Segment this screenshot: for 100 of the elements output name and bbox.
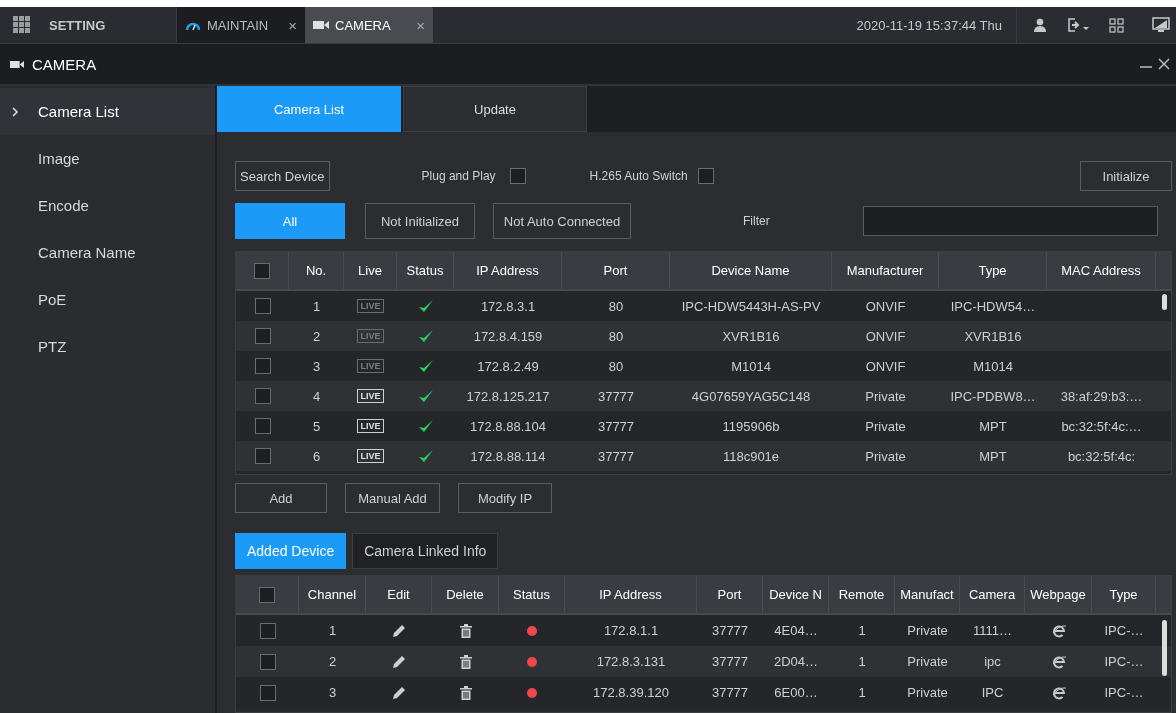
row-checkbox[interactable] [254,298,271,314]
trash-icon[interactable] [459,685,472,700]
row-checkbox[interactable] [254,448,271,464]
table-cell: M1014 [731,358,771,374]
column-header: Camera [968,587,1016,602]
column-header: Manufact [900,587,954,602]
pencil-icon[interactable] [392,685,406,700]
table-cell: MPT [979,448,1007,464]
qr-code-icon[interactable] [1109,17,1124,33]
table-cell: 172.8.1.1 [603,623,659,638]
live-badge[interactable]: LIVE [357,389,384,403]
scrollbar[interactable] [1162,620,1167,676]
column-header: Live [358,263,382,278]
row-checkbox[interactable] [259,622,276,639]
pencil-icon[interactable] [392,623,406,638]
table-cell: ONVIF [865,298,906,314]
select-all-checkbox[interactable] [254,262,270,279]
trash-icon[interactable] [459,623,472,638]
tab[interactable]: Update [403,86,587,132]
sidebar-item[interactable]: Image [0,135,215,182]
filter-button[interactable]: Not Initialized [365,203,475,239]
table-cell: 172.8.88.114 [470,448,546,464]
column-header: Channel [307,587,357,602]
table-cell: 118c901e [722,448,780,464]
filter-field[interactable] [863,206,1158,236]
column-header: Manufacturer [846,263,924,278]
table-cell: 172.8.4.159 [473,328,543,344]
module-tab[interactable]: MAINTAIN × [177,7,305,43]
sidebar-item[interactable]: Encode [0,182,215,229]
filter-button[interactable]: Not Auto Connected [493,203,631,239]
panel-title: CAMERA [32,55,97,73]
live-badge[interactable]: LIVE [357,359,384,373]
select-all-checkbox[interactable] [259,586,275,603]
table-cell: 38:af:29:b3:… [1060,388,1143,404]
table-cell: 37777 [711,685,749,700]
table-cell: 172.8.125.217 [466,388,550,404]
table-cell: 172.8.88.104 [470,418,546,434]
user-icon[interactable] [1033,18,1047,32]
sidebar-item[interactable]: PoE [0,276,215,323]
row-checkbox[interactable] [254,358,271,374]
row-checkbox[interactable] [259,684,276,701]
initialize-button[interactable]: Initialize [1080,161,1172,191]
table-cell: 37777 [597,448,635,464]
module-tab[interactable]: CAMERA × [305,7,433,43]
sidebar-item[interactable]: Camera List [0,88,215,135]
monitor-icon[interactable] [1152,17,1170,33]
column-header: Edit [387,587,410,602]
browser-icon[interactable] [1050,684,1067,701]
table-cell: 80 [608,298,624,314]
table-cell: IPC-… [1104,685,1144,700]
row-checkbox[interactable] [254,328,271,344]
table-cell: IPC-… [1104,654,1144,669]
table-cell: ONVIF [865,328,906,344]
row-checkbox[interactable] [254,388,271,404]
live-badge[interactable]: LIVE [357,419,384,433]
filter-label: Filter [743,214,771,228]
browser-icon[interactable] [1050,622,1067,639]
sidebar-item[interactable]: PTZ [0,323,215,370]
browser-icon[interactable] [1050,653,1067,670]
table-cell: 1111… [973,623,1012,638]
live-badge[interactable]: LIVE [357,449,384,463]
table-cell: 172.8.3.131 [596,654,666,669]
table-cell: ipc [984,654,1001,669]
table-cell: Private [865,388,906,404]
live-badge[interactable]: LIVE [357,299,384,313]
pencil-icon[interactable] [392,654,406,669]
row-checkbox[interactable] [254,418,271,434]
table-cell: 172.8.2.49 [477,358,539,374]
table-cell: 5 [312,418,321,434]
table-cell: 37777 [711,654,749,669]
search-device-button[interactable]: Search Device [235,161,330,191]
column-header: Delete [446,587,484,602]
close-tab-button[interactable]: × [288,16,297,34]
table-cell: 1195906b [722,418,780,434]
row-checkbox[interactable] [259,653,276,670]
table-cell: 37777 [597,418,635,434]
table-cell: 4 [312,388,321,404]
table-cell: Private [907,654,948,669]
table-cell: 80 [608,328,624,344]
table-cell: 1 [858,654,866,669]
checkbox[interactable] [697,168,714,184]
table-cell: Private [865,448,906,464]
camera-icon [10,59,24,69]
column-header: Status [513,587,550,602]
checkbox[interactable] [509,168,526,184]
scrollbar[interactable] [1162,294,1167,310]
tab[interactable]: Camera Linked Info [352,533,499,569]
column-header: Type [1109,587,1138,602]
table-cell: 6 [312,448,321,464]
action-button[interactable]: Manual Add [345,483,440,513]
sidebar-item[interactable]: Camera Name [0,229,215,276]
close-tab-button[interactable]: × [416,16,425,34]
action-button[interactable]: Modify IP [458,483,552,513]
camera-icon [313,20,329,30]
close-icon[interactable] [1158,58,1170,70]
action-button[interactable]: Add [235,483,327,513]
trash-icon[interactable] [459,654,472,669]
logout-icon[interactable] [1067,18,1089,32]
table-cell: IPC-HDW5443H-AS-PV [681,298,821,314]
table-cell: M1014 [973,358,1013,374]
